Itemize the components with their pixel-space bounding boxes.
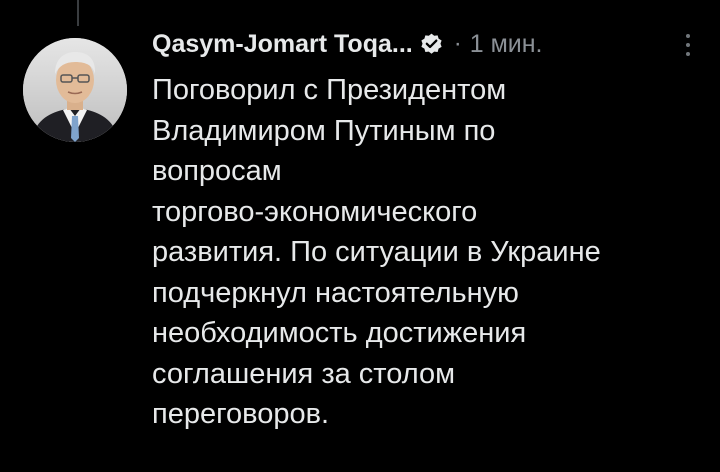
tweet-text-line: развития. По ситуации в Украине: [152, 236, 601, 268]
author-name[interactable]: Qasym-Jomart Toqa...: [152, 30, 413, 59]
tweet-text: Поговорил с Президентом Владимиром Путин…: [152, 70, 692, 435]
tweet-text-line: соглашения за столом: [152, 357, 456, 390]
tweet-text-line: необходимость достижения: [152, 317, 527, 349]
author-avatar[interactable]: [23, 38, 127, 142]
verified-badge-icon: [419, 32, 444, 57]
tweet-timestamp[interactable]: 1 мин.: [470, 30, 543, 59]
avatar-portrait-icon: [23, 38, 127, 142]
tweet-text-line: Владимиром Путиным по: [152, 114, 496, 147]
tweet-header: Qasym-Jomart Toqa... · 1 мин.: [152, 24, 708, 64]
tweet-text-line: вопросам: [152, 155, 282, 187]
thread-connector-line: [77, 0, 79, 26]
tweet-text-line: переговоров.: [152, 398, 330, 430]
tweet-text-line: подчеркнул настоятельную: [152, 276, 519, 309]
tweet: Qasym-Jomart Toqa... · 1 мин. Поговорил …: [152, 24, 708, 435]
tweet-text-line: Поговорил с Президентом: [152, 74, 507, 106]
header-separator: ·: [453, 30, 462, 57]
more-options-icon[interactable]: [678, 30, 698, 60]
tweet-text-line: торгово-экономического: [152, 195, 478, 228]
